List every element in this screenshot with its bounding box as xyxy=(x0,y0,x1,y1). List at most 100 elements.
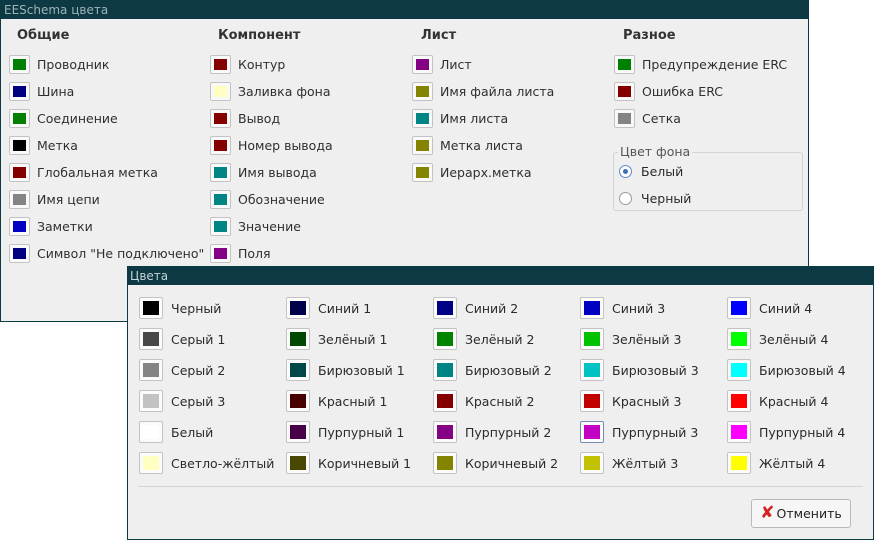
color-setting-row[interactable]: Метка листа xyxy=(412,135,523,155)
color-setting-row[interactable]: Иерарх.метка xyxy=(412,162,532,182)
color-swatch-button[interactable] xyxy=(9,243,30,263)
color-setting-row[interactable]: Значение xyxy=(210,216,301,236)
color-swatch-button[interactable] xyxy=(412,108,433,128)
palette-color-option[interactable]: Зелёный 2 xyxy=(433,327,534,351)
palette-color-option[interactable]: Серый 2 xyxy=(139,358,225,382)
color-swatch-button[interactable] xyxy=(9,216,30,236)
color-setting-row[interactable]: Имя листа xyxy=(412,108,508,128)
color-setting-row[interactable]: Предупреждение ERC xyxy=(614,54,787,74)
palette-swatch-button[interactable] xyxy=(139,297,163,319)
palette-swatch-button[interactable] xyxy=(433,421,457,443)
palette-color-option[interactable]: Коричневый 2 xyxy=(433,451,558,475)
palette-color-option[interactable]: Серый 1 xyxy=(139,327,225,351)
palette-swatch-button[interactable] xyxy=(286,359,310,381)
palette-color-option[interactable]: Черный xyxy=(139,296,221,320)
palette-color-option[interactable]: Синий 1 xyxy=(286,296,371,320)
palette-swatch-button[interactable] xyxy=(580,297,604,319)
color-setting-row[interactable]: Имя вывода xyxy=(210,162,317,182)
palette-color-option[interactable]: Синий 2 xyxy=(433,296,518,320)
palette-color-option[interactable]: Пурпурный 3 xyxy=(580,420,698,444)
palette-color-option[interactable]: Красный 2 xyxy=(433,389,534,413)
color-setting-row[interactable]: Номер вывода xyxy=(210,135,333,155)
color-swatch-button[interactable] xyxy=(210,162,231,182)
palette-color-option[interactable]: Коричневый 1 xyxy=(286,451,411,475)
palette-swatch-button[interactable] xyxy=(727,452,751,474)
palette-swatch-button[interactable] xyxy=(727,421,751,443)
color-setting-row[interactable]: Контур xyxy=(210,54,285,74)
palette-color-option[interactable]: Бирюзовый 3 xyxy=(580,358,699,382)
color-swatch-button[interactable] xyxy=(9,189,30,209)
palette-color-option[interactable]: Бирюзовый 4 xyxy=(727,358,846,382)
color-setting-row[interactable]: Вывод xyxy=(210,108,280,128)
palette-color-option[interactable]: Зелёный 3 xyxy=(580,327,681,351)
color-swatch-button[interactable] xyxy=(412,54,433,74)
palette-color-option[interactable]: Белый xyxy=(139,420,213,444)
palette-swatch-button[interactable] xyxy=(433,452,457,474)
color-setting-row[interactable]: Шина xyxy=(9,81,74,101)
palette-color-option[interactable]: Синий 4 xyxy=(727,296,812,320)
color-swatch-button[interactable] xyxy=(9,162,30,182)
palette-color-option[interactable]: Зелёный 1 xyxy=(286,327,387,351)
color-swatch-button[interactable] xyxy=(9,54,30,74)
color-setting-row[interactable]: Лист xyxy=(412,54,472,74)
background-option-white[interactable]: Белый xyxy=(619,164,683,179)
palette-swatch-button[interactable] xyxy=(580,421,604,443)
color-swatch-button[interactable] xyxy=(412,81,433,101)
palette-swatch-button[interactable] xyxy=(139,359,163,381)
palette-swatch-button[interactable] xyxy=(433,297,457,319)
palette-swatch-button[interactable] xyxy=(286,452,310,474)
palette-color-option[interactable]: Жёлтый 3 xyxy=(580,451,678,475)
palette-swatch-button[interactable] xyxy=(286,390,310,412)
palette-color-option[interactable]: Светло-жёлтый xyxy=(139,451,274,475)
color-setting-row[interactable]: Поля xyxy=(210,243,271,263)
radio-unselected-icon[interactable] xyxy=(619,192,632,205)
palette-swatch-button[interactable] xyxy=(139,328,163,350)
color-setting-row[interactable]: Имя цепи xyxy=(9,189,100,209)
palette-color-option[interactable]: Пурпурный 4 xyxy=(727,420,845,444)
palette-color-option[interactable]: Красный 4 xyxy=(727,389,828,413)
color-swatch-button[interactable] xyxy=(614,108,635,128)
palette-swatch-button[interactable] xyxy=(433,390,457,412)
palette-swatch-button[interactable] xyxy=(286,297,310,319)
palette-swatch-button[interactable] xyxy=(139,421,163,443)
color-swatch-button[interactable] xyxy=(9,135,30,155)
color-swatch-button[interactable] xyxy=(210,216,231,236)
cancel-button[interactable]: ✘ Отменить xyxy=(751,499,851,528)
color-swatch-button[interactable] xyxy=(412,135,433,155)
color-setting-row[interactable]: Глобальная метка xyxy=(9,162,158,182)
color-swatch-button[interactable] xyxy=(412,162,433,182)
radio-selected-icon[interactable] xyxy=(619,165,632,178)
color-setting-row[interactable]: Обозначение xyxy=(210,189,325,209)
palette-swatch-button[interactable] xyxy=(580,390,604,412)
color-setting-row[interactable]: Проводник xyxy=(9,54,110,74)
palette-color-option[interactable]: Красный 3 xyxy=(580,389,681,413)
palette-color-option[interactable]: Бирюзовый 1 xyxy=(286,358,405,382)
palette-color-option[interactable]: Пурпурный 1 xyxy=(286,420,404,444)
palette-swatch-button[interactable] xyxy=(727,390,751,412)
palette-swatch-button[interactable] xyxy=(727,297,751,319)
color-setting-row[interactable]: Соединение xyxy=(9,108,118,128)
color-setting-row[interactable]: Имя файла листа xyxy=(412,81,554,101)
color-swatch-button[interactable] xyxy=(9,108,30,128)
color-swatch-button[interactable] xyxy=(210,135,231,155)
palette-swatch-button[interactable] xyxy=(580,452,604,474)
color-swatch-button[interactable] xyxy=(614,81,635,101)
palette-swatch-button[interactable] xyxy=(580,328,604,350)
palette-swatch-button[interactable] xyxy=(139,390,163,412)
palette-swatch-button[interactable] xyxy=(727,359,751,381)
palette-color-option[interactable]: Синий 3 xyxy=(580,296,665,320)
background-option-black[interactable]: Черный xyxy=(619,191,691,206)
palette-swatch-button[interactable] xyxy=(580,359,604,381)
color-swatch-button[interactable] xyxy=(614,54,635,74)
palette-swatch-button[interactable] xyxy=(433,328,457,350)
palette-swatch-button[interactable] xyxy=(286,328,310,350)
palette-color-option[interactable]: Зелёный 4 xyxy=(727,327,828,351)
color-swatch-button[interactable] xyxy=(9,81,30,101)
color-setting-row[interactable]: Заметки xyxy=(9,216,93,236)
color-swatch-button[interactable] xyxy=(210,108,231,128)
color-setting-row[interactable]: Сетка xyxy=(614,108,681,128)
color-swatch-button[interactable] xyxy=(210,81,231,101)
palette-color-option[interactable]: Жёлтый 4 xyxy=(727,451,825,475)
color-setting-row[interactable]: Заливка фона xyxy=(210,81,331,101)
palette-swatch-button[interactable] xyxy=(433,359,457,381)
